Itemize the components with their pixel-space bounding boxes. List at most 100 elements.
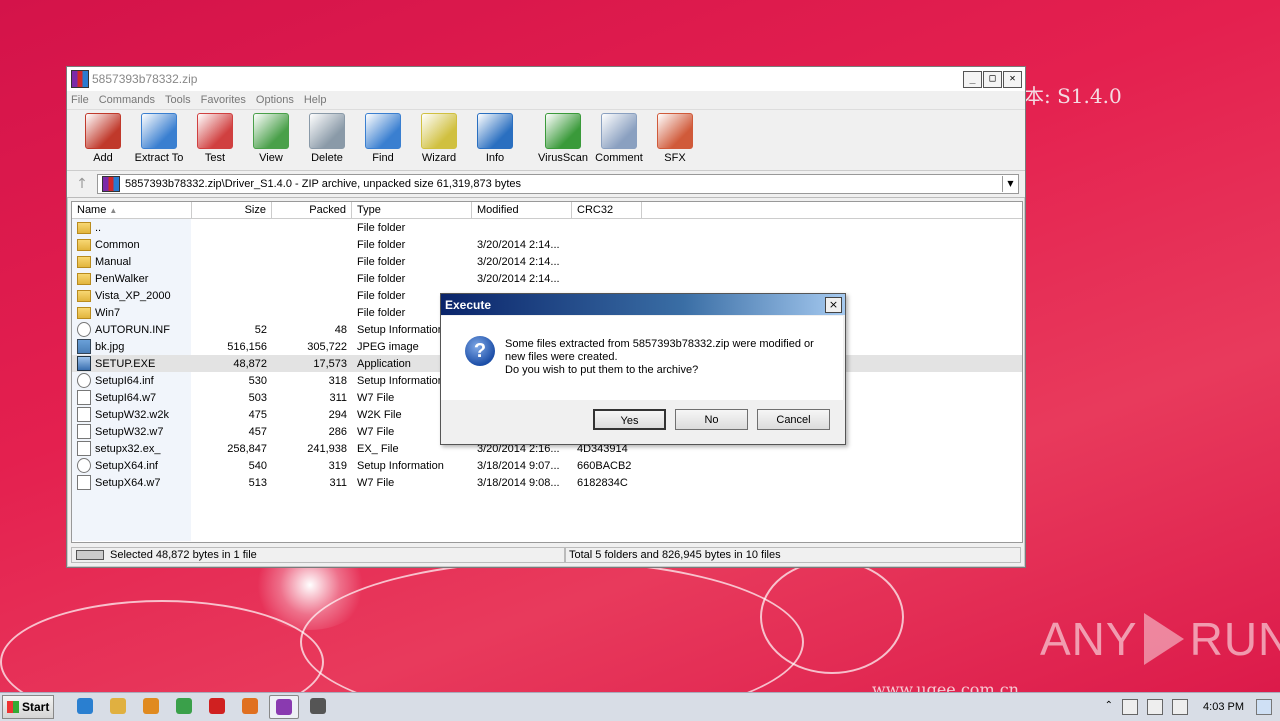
- toolbar-view-button[interactable]: View: [243, 112, 299, 164]
- cell-modified: 3/20/2014 2:14...: [477, 272, 560, 285]
- menu-favorites[interactable]: Favorites: [201, 94, 246, 106]
- column-type[interactable]: Type: [352, 202, 472, 218]
- toolbar-add-button[interactable]: Add: [75, 112, 131, 164]
- table-row[interactable]: .. File folder: [72, 219, 1022, 236]
- test-clipboard-icon: [197, 113, 233, 149]
- cell-type: File folder: [357, 272, 406, 285]
- menu-bar: File Commands Tools Favorites Options He…: [67, 91, 1025, 109]
- list-header: Name ▲ Size Packed Type Modified CRC32: [72, 202, 1022, 219]
- cell-packed: 17,573: [313, 357, 347, 370]
- menu-file[interactable]: File: [71, 94, 89, 106]
- toolbar-info-button[interactable]: Info: [467, 112, 523, 164]
- toolbar-comment-button[interactable]: Comment: [591, 112, 647, 164]
- table-row[interactable]: Manual File folder 3/20/2014 2:14...: [72, 253, 1022, 270]
- dialog-close-button[interactable]: ×: [825, 296, 842, 313]
- toolbar-virusscan-button[interactable]: VirusScan: [535, 112, 591, 164]
- column-packed[interactable]: Packed: [272, 202, 352, 218]
- menu-tools[interactable]: Tools: [165, 94, 191, 106]
- up-folder-button[interactable]: ↑: [67, 176, 97, 192]
- column-size[interactable]: Size: [192, 202, 272, 218]
- start-label: Start: [22, 700, 50, 714]
- taskbar-setup-button[interactable]: [304, 695, 332, 717]
- clock[interactable]: 4:03 PM: [1203, 701, 1244, 713]
- toolbar-test-button[interactable]: Test: [187, 112, 243, 164]
- menu-help[interactable]: Help: [304, 94, 327, 106]
- cell-name: SETUP.EXE: [72, 356, 192, 371]
- path-text: 5857393b78332.zip\Driver_S1.4.0 - ZIP ar…: [125, 178, 522, 190]
- folder-icon: [77, 272, 91, 285]
- cell-packed: 319: [328, 459, 347, 472]
- cell-name: PenWalker: [72, 272, 192, 285]
- cell-name: Vista_XP_2000: [72, 289, 192, 302]
- close-button[interactable]: ✕: [1003, 70, 1022, 88]
- column-modified[interactable]: Modified: [472, 202, 572, 218]
- toolbar-label: Info: [485, 152, 505, 164]
- virus-scan-icon: [545, 113, 581, 149]
- no-button[interactable]: No: [675, 409, 748, 430]
- table-row[interactable]: SetupX64.inf 540 319 Setup Information 3/18/…: [72, 457, 1022, 474]
- toolbar-label: Wizard: [421, 152, 457, 164]
- toolbar-sfx-button[interactable]: SFX: [647, 112, 703, 164]
- file-icon: [77, 475, 91, 490]
- taskbar-firefox-button[interactable]: [236, 695, 264, 717]
- toolbar-label: SFX: [664, 152, 686, 164]
- window-controls: _ □ ✕: [962, 70, 1022, 88]
- dialog-message-line1: Some files extracted from 5857393b78332.…: [505, 338, 814, 350]
- path-combobox[interactable]: 5857393b78332.zip\Driver_S1.4.0 - ZIP ar…: [97, 174, 1019, 194]
- toolbar-label: Delete: [311, 152, 343, 164]
- yes-button[interactable]: Yes: [593, 409, 666, 430]
- title-bar[interactable]: 5857393b78332.zip _ □ ✕: [67, 67, 1025, 91]
- taskbar-ie-button[interactable]: [71, 695, 99, 717]
- sfx-boxes-icon: [657, 113, 693, 149]
- network-icon[interactable]: [1122, 699, 1139, 715]
- wallpaper-swirl: [300, 560, 804, 692]
- file-name: SetupW32.w2k: [95, 408, 169, 421]
- volume-icon[interactable]: [1147, 699, 1164, 715]
- cell-name: bk.jpg: [72, 339, 192, 354]
- cell-size: 513: [248, 476, 267, 489]
- minimize-button[interactable]: _: [963, 70, 982, 88]
- menu-options[interactable]: Options: [256, 94, 294, 106]
- watermark-any: ANY: [1040, 613, 1138, 665]
- column-name-label: Name: [77, 204, 107, 216]
- toolbar-label: VirusScan: [538, 152, 588, 164]
- cell-packed: 286: [328, 425, 347, 438]
- taskbar-media-player-button[interactable]: [137, 695, 165, 717]
- dialog-buttons: Yes No Cancel: [593, 409, 830, 430]
- table-row[interactable]: PenWalker File folder 3/20/2014 2:14...: [72, 270, 1022, 287]
- table-row[interactable]: Common File folder 3/20/2014 2:14...: [72, 236, 1022, 253]
- cell-type: Setup Information: [357, 459, 444, 472]
- comment-icon: [601, 113, 637, 149]
- extract-folder-icon: [141, 113, 177, 149]
- taskbar-chrome-button[interactable]: [170, 695, 198, 717]
- taskbar-explorer-button[interactable]: [104, 695, 132, 717]
- sort-up-icon: ▲: [109, 206, 118, 215]
- column-name[interactable]: Name ▲: [72, 202, 192, 218]
- toolbar-wizard-button[interactable]: Wizard: [411, 112, 467, 164]
- dialog-title-bar[interactable]: Execute ×: [441, 294, 845, 315]
- taskbar-winrar-button[interactable]: [269, 695, 299, 719]
- dialog-message: Some files extracted from 5857393b78332.…: [505, 338, 814, 400]
- action-center-flag-icon[interactable]: [1172, 699, 1189, 715]
- file-name: Common: [95, 238, 140, 251]
- column-crc32[interactable]: CRC32: [572, 202, 642, 218]
- cell-size: 516,156: [227, 340, 267, 353]
- magnifier-icon: [365, 113, 401, 149]
- dialog-message-line2: new files were created.: [505, 351, 618, 363]
- cell-name: SetupX64.w7: [72, 475, 192, 490]
- toolbar-find-button[interactable]: Find: [355, 112, 411, 164]
- folder-icon: [77, 255, 91, 268]
- chevron-down-icon[interactable]: ▼: [1002, 176, 1018, 192]
- table-row[interactable]: SetupX64.w7 513 311 W7 File 3/18/2014 9:08..…: [72, 474, 1022, 491]
- maximize-button[interactable]: □: [983, 70, 1002, 88]
- menu-commands[interactable]: Commands: [99, 94, 155, 106]
- toolbar-delete-button[interactable]: Delete: [299, 112, 355, 164]
- show-desktop-button[interactable]: [1256, 699, 1272, 715]
- start-button[interactable]: Start: [2, 695, 54, 719]
- drive-icon[interactable]: [76, 550, 104, 560]
- tray-expand-icon[interactable]: ⌃: [1105, 700, 1113, 714]
- toolbar-extract-to-button[interactable]: Extract To: [131, 112, 187, 164]
- cell-size: 503: [248, 391, 267, 404]
- taskbar-opera-button[interactable]: [203, 695, 231, 717]
- cancel-button[interactable]: Cancel: [757, 409, 830, 430]
